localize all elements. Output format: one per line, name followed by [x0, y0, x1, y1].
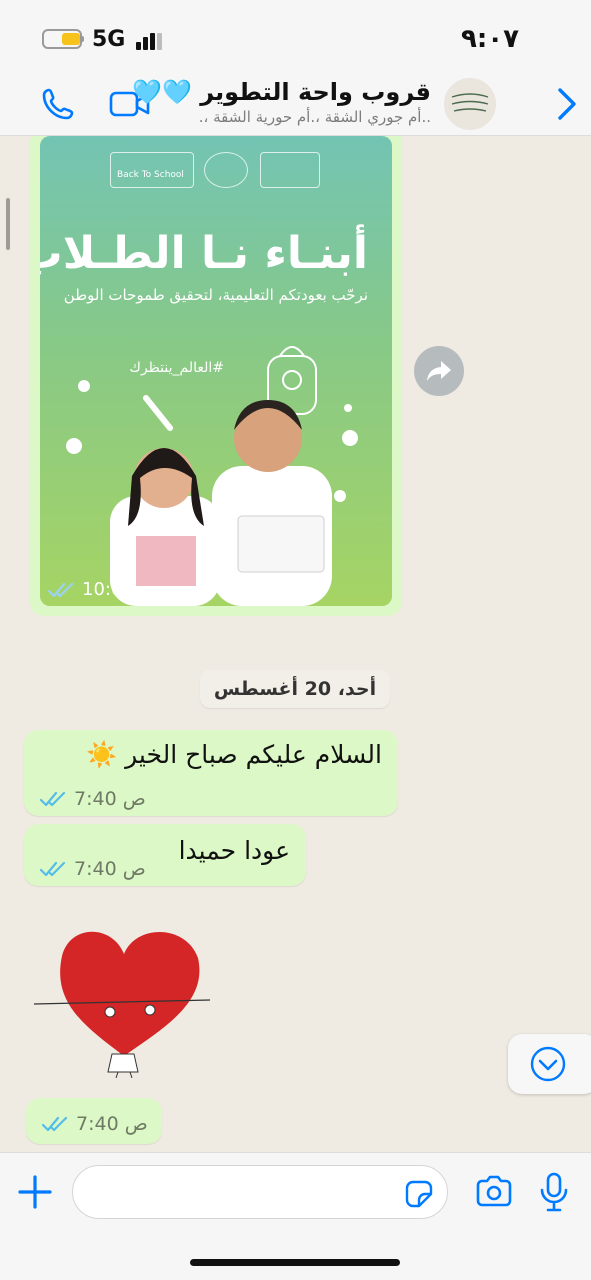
education-logo-icon	[260, 152, 320, 188]
call-button[interactable]	[38, 84, 78, 124]
attach-button[interactable]	[16, 1173, 54, 1211]
plus-icon	[18, 1175, 52, 1209]
message-meta: 7:40 ص	[40, 788, 146, 810]
microphone-icon	[540, 1172, 568, 1212]
message-meta: 7:40 ص	[40, 858, 146, 880]
network-type: 5G	[92, 27, 126, 52]
poster-logo-text: Back To School	[117, 170, 184, 180]
status-bar: 5G ٩:٠٧	[0, 0, 591, 76]
voice-note-button[interactable]	[536, 1171, 572, 1213]
chat-header: قروب واحة التطوير 🩵🩵 ..أم جوري الشقة ،.أ…	[0, 76, 591, 136]
message-time: 7:40 ص	[74, 788, 146, 810]
read-ticks-icon	[48, 582, 74, 597]
message-time: 7:40 ص	[76, 1113, 148, 1135]
date-separator: أحد، 20 أغسطس	[200, 670, 390, 708]
chevron-right-icon	[558, 88, 576, 120]
group-name[interactable]: قروب واحة التطوير 🩵🩵	[132, 78, 431, 106]
status-time: ٩:٠٧	[460, 24, 519, 54]
read-ticks-icon	[40, 791, 66, 807]
phone-icon	[42, 88, 74, 120]
scrollbar[interactable]	[6, 198, 10, 250]
emblem-icon	[204, 152, 248, 188]
back-button[interactable]	[552, 84, 582, 124]
camera-button[interactable]	[474, 1173, 514, 1211]
sticker-icon	[405, 1180, 433, 1208]
message-time: 7:40 ص	[74, 858, 146, 880]
students-illustration	[66, 346, 358, 606]
message-text: عودا حميدا	[178, 836, 290, 865]
forward-button[interactable]	[414, 346, 464, 396]
message-input[interactable]	[72, 1165, 448, 1219]
image-message-time: 10:02 م	[82, 579, 151, 600]
message-meta: 7:40 ص	[42, 1113, 148, 1135]
logo-icon	[451, 93, 489, 112]
greeting-message[interactable]: السلام عليكم صباح الخير ☀️ 7:40 ص	[24, 730, 398, 816]
sticker-message-meta: 7:40 ص	[26, 1098, 162, 1144]
heart-sticker[interactable]	[34, 906, 214, 1078]
poster-subline: نرحّب بعودتكم التعليمية، لتحقيق طموحات ا…	[63, 286, 368, 304]
wish-message[interactable]: عودا حميدا 7:40 ص	[24, 824, 306, 886]
group-members[interactable]: ..أم جوري الشقة ،.أم حورية الشقة ،.	[199, 108, 431, 126]
chat-area[interactable]: Back To School أبنـاء نـا الطـلاب .. نرح…	[0, 136, 591, 1152]
home-indicator[interactable]	[190, 1259, 400, 1266]
group-avatar[interactable]	[444, 78, 496, 130]
composer-bar	[0, 1152, 591, 1280]
image-message-meta: 10:02 م	[48, 579, 151, 600]
poster-headline: أبنـاء نـا الطـلاب ..	[40, 228, 368, 279]
forward-icon	[427, 361, 451, 381]
read-ticks-icon	[42, 1116, 68, 1132]
scroll-down-button[interactable]	[508, 1034, 591, 1094]
signal-icon	[136, 30, 162, 50]
ministry-logo-box: Back To School	[110, 152, 194, 188]
chevron-down-icon	[530, 1046, 566, 1082]
image-message[interactable]: Back To School أبنـاء نـا الطـلاب .. نرح…	[30, 136, 402, 616]
sticker-button[interactable]	[403, 1178, 433, 1208]
battery-icon	[42, 29, 84, 49]
school-poster[interactable]: Back To School أبنـاء نـا الطـلاب .. نرح…	[40, 136, 392, 606]
camera-icon	[476, 1175, 512, 1207]
read-ticks-icon	[40, 861, 66, 877]
message-text: السلام عليكم صباح الخير ☀️	[86, 740, 382, 769]
